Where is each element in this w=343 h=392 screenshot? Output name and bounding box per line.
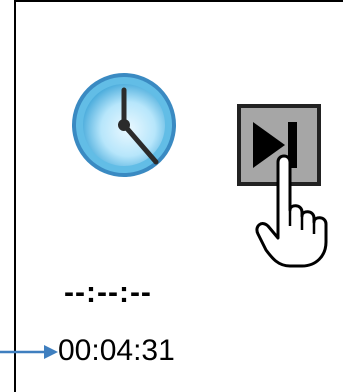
arrow-right-icon — [0, 342, 60, 362]
page: --:--:-- 00:04:31 — [0, 0, 343, 392]
pointing-hand-icon — [254, 152, 334, 270]
clock-icon — [58, 70, 190, 180]
time-value: 00:04:31 — [58, 334, 175, 367]
time-placeholder: --:--:-- — [64, 276, 152, 309]
